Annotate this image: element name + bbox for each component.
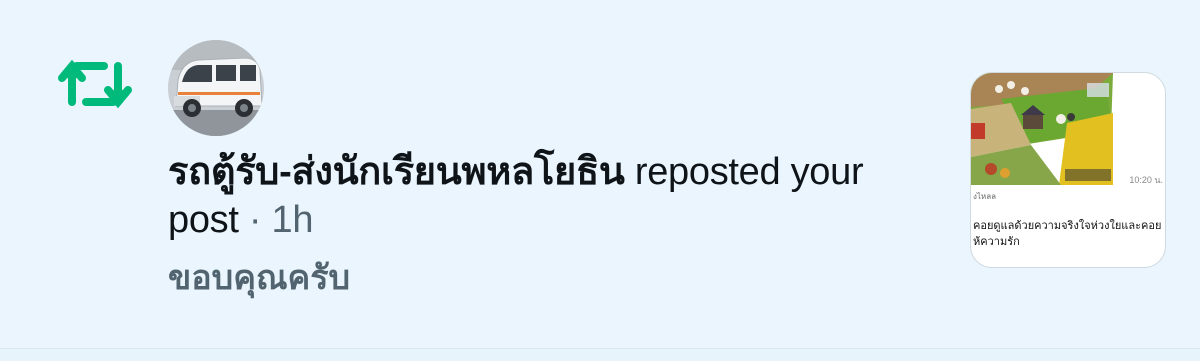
notification-headline: รถตู้รับ-ส่งนักเรียนพหลโยธิน reposted yo… xyxy=(168,148,928,244)
divider xyxy=(0,348,1200,361)
repost-notification[interactable]: รถตู้รับ-ส่งนักเรียนพหลโยธิน reposted yo… xyxy=(0,0,1200,348)
post-text: ขอบคุณครับ xyxy=(168,259,351,297)
thumbnail-time: 10:20 น. xyxy=(1129,175,1163,185)
display-name[interactable]: รถตู้รับ-ส่งนักเรียนพหลโยธิน xyxy=(168,151,625,193)
action-text: reposted your xyxy=(624,151,864,193)
van-photo xyxy=(168,40,264,136)
action-text-object: post xyxy=(168,199,239,241)
thumbnail-caption: คอยดูแลด้วยความจริงใจห่วงใยและคอย ห้ความ… xyxy=(973,220,1162,248)
thumbnail-source: งไหลล xyxy=(973,192,997,201)
timestamp[interactable]: 1h xyxy=(272,199,314,241)
repost-icon xyxy=(58,59,132,109)
post-media-thumbnail[interactable]: 10:20 น. งไหลล คอยดูแลด้วยความจริงใจห่วง… xyxy=(970,72,1166,268)
avatar[interactable] xyxy=(168,40,264,136)
separator: · xyxy=(238,199,272,241)
farm-game-screenshot xyxy=(971,73,1165,185)
